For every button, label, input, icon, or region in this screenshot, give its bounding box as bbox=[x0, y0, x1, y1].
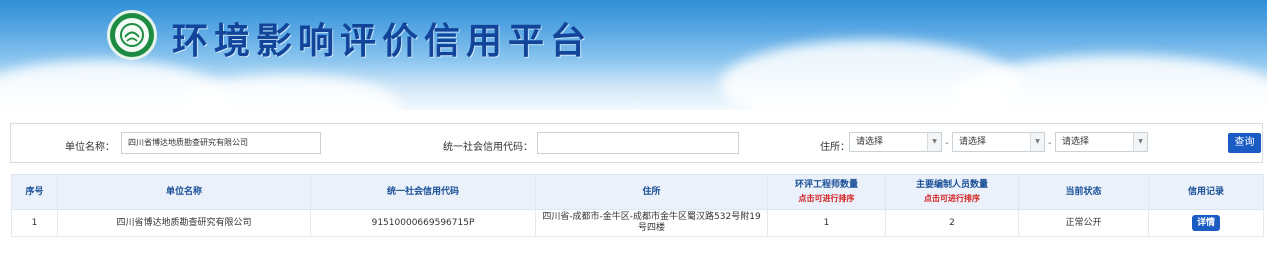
header-banner: 环境影响评价信用平台 bbox=[0, 0, 1267, 110]
col-address: 住所 bbox=[535, 174, 768, 210]
detail-button[interactable]: 详情 bbox=[1192, 215, 1220, 231]
row-unit-name-link[interactable]: 四川省博达地质勘查研究有限公司 bbox=[57, 209, 311, 237]
staff-count-label: 主要编制人员数量 bbox=[915, 180, 988, 190]
unit-name-input[interactable]: 四川省博达地质勘查研究有限公司 bbox=[121, 132, 321, 154]
credit-code-label: 统一社会信用代码： bbox=[443, 142, 533, 153]
row-status: 正常公开 bbox=[1018, 209, 1149, 237]
table-header-row: 序号 单位名称 统一社会信用代码 住所 环评工程师数量 点击可进行排序 主要编制… bbox=[11, 174, 1264, 210]
mee-logo bbox=[107, 10, 157, 60]
address-separator: - bbox=[945, 138, 949, 149]
row-index: 1 bbox=[11, 209, 58, 237]
search-panel: 单位名称： 四川省博达地质勘查研究有限公司 统一社会信用代码： 住所： 请选择 … bbox=[10, 123, 1263, 163]
row-staff-count[interactable]: 2 bbox=[885, 209, 1019, 237]
engineer-sort-hint[interactable]: 点击可进行排序 bbox=[772, 193, 881, 205]
chevron-down-icon: ▼ bbox=[1133, 133, 1147, 151]
credit-code-input[interactable] bbox=[537, 132, 739, 154]
col-unit-name: 单位名称 bbox=[57, 174, 311, 210]
address-separator: - bbox=[1048, 138, 1052, 149]
platform-title: 环境影响评价信用平台 bbox=[172, 21, 593, 62]
chevron-down-icon: ▼ bbox=[927, 133, 941, 151]
row-credit-code: 91510000669596715P bbox=[310, 209, 536, 237]
district-select-value: 请选择 bbox=[1062, 137, 1090, 147]
unit-name-label: 单位名称： bbox=[65, 142, 115, 153]
district-select[interactable]: 请选择 ▼ bbox=[1055, 132, 1148, 152]
col-status: 当前状态 bbox=[1018, 174, 1149, 210]
globe-icon bbox=[115, 18, 149, 52]
province-select[interactable]: 请选择 ▼ bbox=[849, 132, 942, 152]
staff-sort-hint[interactable]: 点击可进行排序 bbox=[890, 193, 1014, 205]
row-engineer-count[interactable]: 1 bbox=[767, 209, 886, 237]
query-button[interactable]: 查询 bbox=[1228, 133, 1261, 153]
row-address: 四川省-成都市-金牛区-成都市金牛区蜀汉路532号附19号四楼 bbox=[535, 209, 768, 237]
chevron-down-icon: ▼ bbox=[1030, 133, 1044, 151]
city-select[interactable]: 请选择 ▼ bbox=[952, 132, 1045, 152]
table-row: 1 四川省博达地质勘查研究有限公司 91510000669596715P 四川省… bbox=[11, 209, 1264, 237]
row-record: 详情 bbox=[1148, 209, 1264, 237]
col-engineer-count[interactable]: 环评工程师数量 点击可进行排序 bbox=[767, 174, 886, 210]
city-select-value: 请选择 bbox=[959, 137, 987, 147]
col-staff-count[interactable]: 主要编制人员数量 点击可进行排序 bbox=[885, 174, 1019, 210]
col-index: 序号 bbox=[11, 174, 58, 210]
engineer-count-label: 环评工程师数量 bbox=[794, 180, 858, 190]
results-table: 序号 单位名称 统一社会信用代码 住所 环评工程师数量 点击可进行排序 主要编制… bbox=[11, 174, 1264, 237]
address-label: 住所： bbox=[820, 142, 850, 153]
col-record: 信用记录 bbox=[1148, 174, 1264, 210]
province-select-value: 请选择 bbox=[856, 137, 884, 147]
col-credit-code: 统一社会信用代码 bbox=[310, 174, 536, 210]
